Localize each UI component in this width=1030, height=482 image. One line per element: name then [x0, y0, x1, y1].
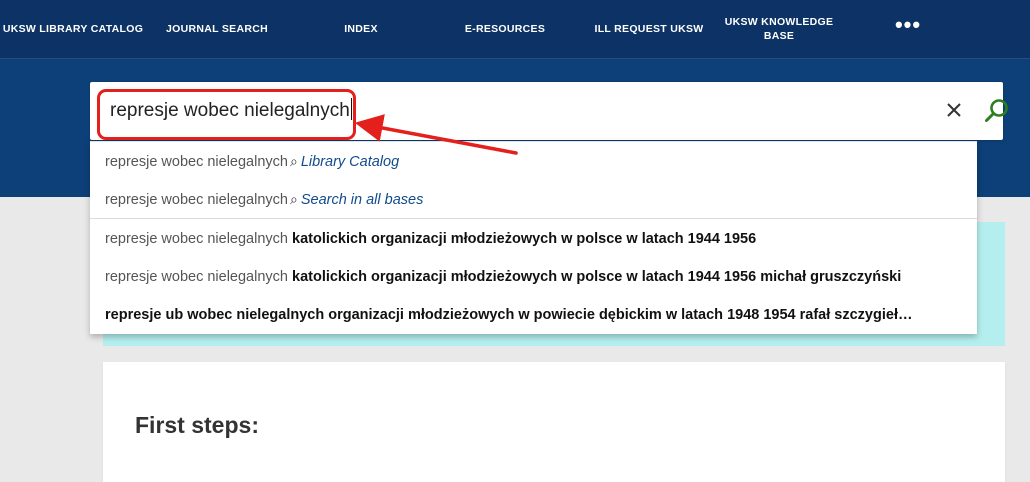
nav-item-e-resources[interactable]: E-RESOURCES	[434, 0, 576, 58]
suggestion-term[interactable]: represje wobec nielegalnych katolickich …	[105, 220, 756, 258]
close-icon	[947, 103, 961, 117]
first-steps-title: First steps:	[135, 412, 259, 438]
suggestion-completion: katolickich organizacji młodzieżowych w …	[292, 231, 757, 247]
search-bar: represje wobec nielegalnych	[90, 82, 1008, 140]
magnifier-icon: ⌕	[289, 153, 298, 169]
suggestion-scope: Search in all bases	[300, 192, 424, 208]
suggestion-query: represje wobec nielegalnych	[105, 192, 288, 208]
nav-item-ill-request[interactable]: ILL REQUEST UKSW	[576, 0, 722, 58]
search-icon	[985, 99, 1008, 122]
top-navigation: UKSW LIBRARY CATALOG JOURNAL SEARCH INDE…	[0, 0, 1030, 59]
nav-item-knowledge-base[interactable]: UKSW KNOWLEDGE BASE	[722, 0, 836, 58]
suggestion-query: represje wobec nielegalnych	[105, 154, 288, 170]
search-input-value: represje wobec nielegalnych	[110, 100, 350, 121]
nav-item-journal-search[interactable]: JOURNAL SEARCH	[146, 0, 288, 58]
magnifier-icon: ⌕	[289, 191, 298, 207]
search-suggestions-dropdown: represje wobec nielegalnych ⌕ Library Cata…	[90, 141, 977, 334]
suggestion-completion: represje ub wobec nielegalnych organizac…	[105, 307, 913, 323]
more-menu-button[interactable]: •••	[878, 0, 938, 54]
suggestion-scoped-library-catalog[interactable]: represje wobec nielegalnych ⌕ Library Cata…	[105, 142, 399, 180]
suggestion-term[interactable]: represje ub wobec nielegalnych organizac…	[105, 296, 912, 334]
search-submit-button[interactable]	[983, 97, 1011, 125]
suggestion-scoped-all-bases[interactable]: represje wobec nielegalnych ⌕ Search in al…	[105, 180, 423, 218]
search-input[interactable]: represje wobec nielegalnych	[110, 82, 352, 140]
text-caret	[350, 97, 352, 120]
first-steps-card: First steps:	[103, 362, 1005, 482]
suggestion-scope: Library Catalog	[300, 154, 400, 170]
suggestion-divider	[90, 218, 977, 219]
suggestion-prefix: represje wobec nielegalnych	[105, 269, 292, 285]
nav-item-library-catalog[interactable]: UKSW LIBRARY CATALOG	[0, 0, 146, 58]
suggestion-prefix: represje wobec nielegalnych	[105, 231, 292, 247]
suggestion-term[interactable]: represje wobec nielegalnych katolickich …	[105, 258, 901, 296]
suggestion-completion: katolickich organizacji młodzieżowych w …	[292, 269, 902, 285]
nav-item-index[interactable]: INDEX	[288, 0, 434, 58]
clear-search-button[interactable]	[942, 98, 966, 122]
